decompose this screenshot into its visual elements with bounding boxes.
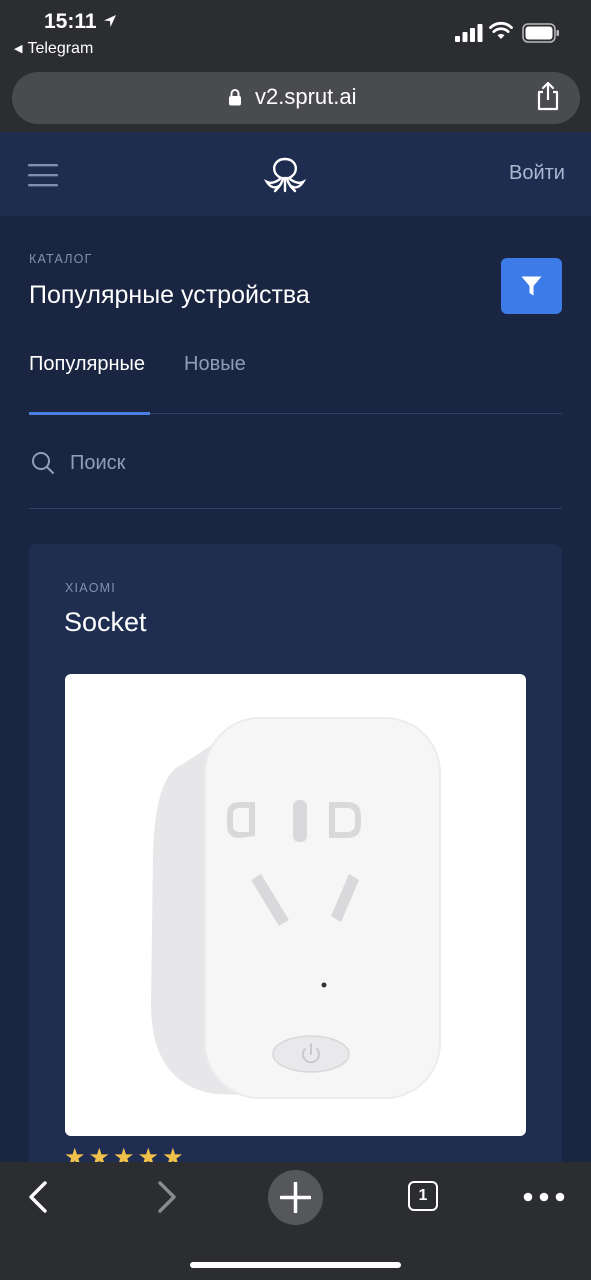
search-icon <box>32 452 54 474</box>
section-label: КАТАЛОГ <box>29 252 93 266</box>
smart-socket-illustration <box>151 717 441 1099</box>
more-icon[interactable] <box>523 1189 565 1205</box>
tab-popular[interactable]: Популярные <box>29 353 145 376</box>
search-divider <box>29 508 562 509</box>
wifi-icon <box>489 21 513 39</box>
back-to-app-link[interactable]: ◀ Telegram <box>14 40 93 58</box>
lock-icon <box>229 89 241 106</box>
filter-icon <box>521 276 542 296</box>
octopus-logo-icon[interactable] <box>263 156 307 194</box>
new-tab-button[interactable] <box>268 1170 323 1225</box>
search-input[interactable] <box>62 445 558 481</box>
login-link[interactable]: Войти <box>509 162 565 185</box>
cellular-signal-icon <box>455 24 483 42</box>
forward-arrow-icon[interactable] <box>155 1180 179 1214</box>
back-arrow-icon[interactable] <box>26 1180 50 1214</box>
active-tab-indicator <box>29 412 150 415</box>
location-arrow-icon <box>104 15 116 27</box>
status-time: 15:11 <box>44 10 97 33</box>
tabs-button[interactable]: 1 <box>408 1181 438 1211</box>
menu-icon[interactable] <box>28 163 58 187</box>
tab-new[interactable]: Новые <box>184 353 246 376</box>
share-icon[interactable] <box>535 81 561 111</box>
product-brand: XIAOMI <box>65 581 116 595</box>
page-title: Популярные устройства <box>29 281 310 309</box>
product-image[interactable] <box>65 674 526 1136</box>
url-text[interactable]: v2.sprut.ai <box>255 84 357 110</box>
filter-button[interactable] <box>501 258 562 314</box>
back-triangle-icon: ◀ <box>14 43 23 55</box>
product-name[interactable]: Socket <box>64 607 147 638</box>
plus-icon <box>280 1182 311 1213</box>
battery-icon <box>522 23 559 43</box>
home-indicator <box>190 1262 401 1268</box>
back-app-label: Telegram <box>27 40 94 57</box>
